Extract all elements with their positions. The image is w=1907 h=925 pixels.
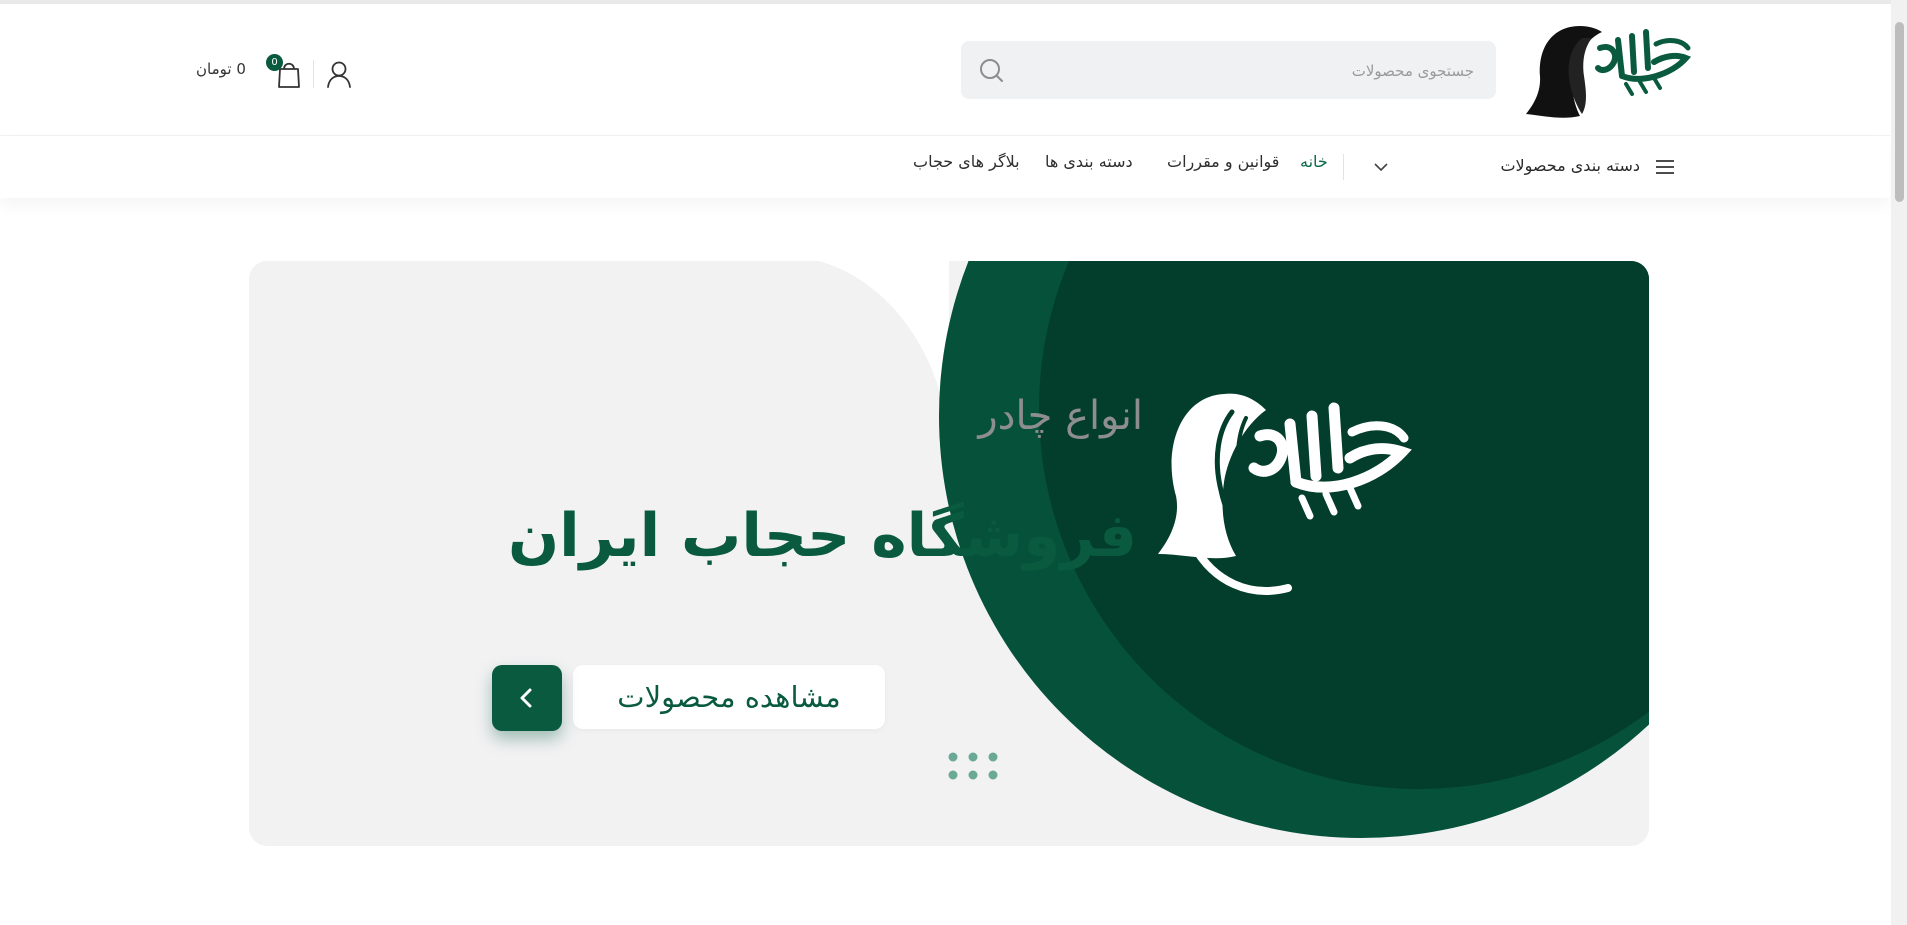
chevron-left-icon <box>520 688 532 708</box>
search-input[interactable] <box>1021 41 1476 101</box>
hero-arrow-button[interactable] <box>492 665 562 731</box>
hero-title: فروشگاه حجاب ایران <box>507 501 1137 571</box>
search-button[interactable] <box>975 55 1007 87</box>
search-bar <box>961 41 1496 101</box>
site-header: 0 0 تومان <box>0 4 1890 134</box>
carousel-dot <box>968 770 978 780</box>
hijab-logo-icon <box>1526 26 1692 118</box>
carousel-dot <box>988 752 998 762</box>
hero-slider: انواع چادر فروشگاه حجاب ایران مشاهده محص… <box>249 261 1649 846</box>
nav-divider <box>1343 154 1344 180</box>
view-products-button[interactable]: مشاهده محصولات <box>573 665 885 729</box>
account-button[interactable] <box>324 59 354 89</box>
cart-count-badge: 0 <box>266 54 283 71</box>
user-icon <box>327 61 351 88</box>
hero-subtitle: انواع چادر <box>978 393 1143 439</box>
categories-menu-button[interactable]: دسته بندی محصولات <box>1490 150 1680 184</box>
categories-menu-label: دسته بندی محصولات <box>1500 156 1640 175</box>
carousel-dot <box>988 770 998 780</box>
carousel-dot <box>968 752 978 762</box>
nav-link-rules[interactable]: قوانین و مقررات <box>1167 152 1279 171</box>
header-divider <box>313 60 314 88</box>
categories-dropdown-toggle[interactable] <box>1370 156 1392 178</box>
scrollbar-thumb[interactable] <box>1895 22 1904 202</box>
cart-total[interactable]: 0 تومان <box>196 60 260 78</box>
search-icon <box>980 59 1003 82</box>
page-scrollbar[interactable] <box>1891 0 1907 925</box>
carousel-dots[interactable] <box>947 751 999 787</box>
hamburger-icon <box>1656 160 1674 174</box>
nav-link-home[interactable]: خانه <box>1300 152 1328 171</box>
main-nav: دسته بندی محصولات خانه قوانین و مقررات د… <box>0 136 1890 198</box>
site-logo[interactable] <box>1522 18 1692 128</box>
nav-link-categories[interactable]: دسته بندی ها <box>1045 152 1133 171</box>
nav-link-hijab-bloggers[interactable]: بلاگر های حجاب <box>913 152 1020 171</box>
carousel-dot <box>948 752 958 762</box>
view-products-label: مشاهده محصولات <box>617 680 841 714</box>
chevron-down-icon <box>1374 163 1388 172</box>
carousel-dot <box>948 770 958 780</box>
